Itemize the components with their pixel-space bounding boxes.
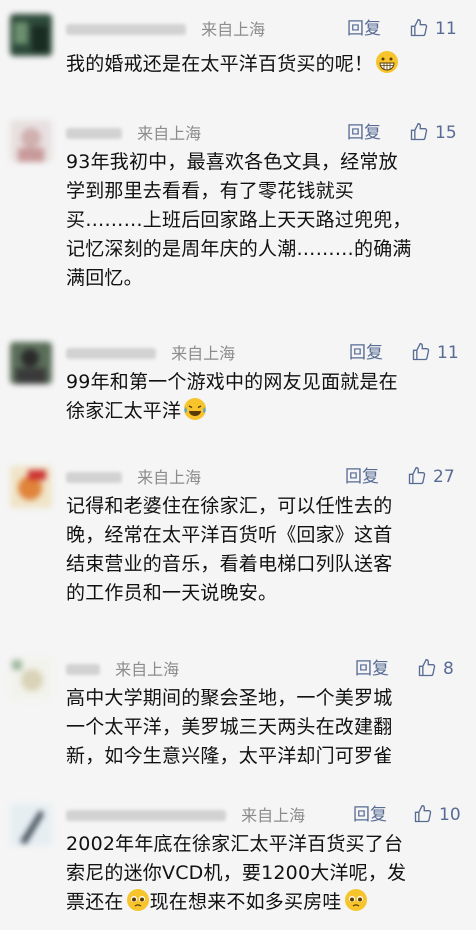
reply-button[interactable]: 回复 [349,340,383,366]
comment-header: 来自上海 [66,16,265,42]
reply-button[interactable]: 回复 [355,656,389,682]
like-count: 11 [435,19,457,39]
thumbs-up-icon [408,466,426,485]
comment-item: 来自上海 回复 8 高中大学期间的聚会圣地，一个美罗城 一个太平洋，美罗城三天两… [0,644,476,794]
comment-item: 来自上海 回复 11 99年和第一个游戏中的网友见面就是在 徐家汇太平洋 [0,332,476,432]
comment-header: 来自上海 [66,656,179,682]
nickname-blurred [66,348,156,359]
comment-text-content: 我的婚戒还是在太平洋百货买的呢！ [66,53,374,75]
comment-item: 来自上海 回复 10 2002年年底在徐家汇太平洋百货买了台 索尼的迷你VCD机… [0,794,476,930]
reply-button[interactable]: 回复 [353,802,387,828]
avatar[interactable] [10,466,52,508]
like-button[interactable]: 27 [407,464,455,490]
reply-button[interactable]: 回复 [347,16,381,42]
nickname-blurred [66,472,122,483]
comment-text: 记得和老婆住在徐家汇，可以任性去的 晚，经常在太平洋百货听《回家》这首 结束营业… [66,495,393,604]
like-button[interactable]: 11 [411,340,459,366]
like-button[interactable]: 15 [409,120,457,146]
like-button[interactable]: 8 [417,656,454,682]
nickname-blurred [66,24,186,35]
location-label: 来自上海 [115,659,180,679]
avatar[interactable] [10,804,52,846]
comment-text: 2002年年底在徐家汇太平洋百货买了台 索尼的迷你VCD机，要1200大洋呢，发… [66,830,462,921]
crying-laughing-icon [183,397,207,430]
comment-text-content: 99年和第一个游戏中的网友见面就是在 徐家汇太平洋 [66,371,398,422]
thumbs-up-icon [410,18,428,37]
avatar[interactable] [10,658,52,700]
location-label: 来自上海 [137,123,202,143]
comment-header: 来自上海 [66,340,235,366]
nickname-blurred [66,664,100,675]
like-count: 10 [439,805,461,825]
avatar[interactable] [10,120,52,162]
thumbs-up-icon [414,804,432,823]
comment-text-part-2: 现在想来不如多买房哇 [149,891,342,913]
thumbs-up-icon [410,122,428,141]
thumbs-up-icon [412,342,430,361]
comment-text: 93年我初中，最喜欢各色文具，经常放 学到那里去看看，有了零花钱就买 买………上… [66,151,412,289]
avatar[interactable] [10,14,52,56]
comment-text: 99年和第一个游戏中的网友见面就是在 徐家汇太平洋 [66,368,462,430]
like-button[interactable]: 11 [409,16,457,42]
comment-header: 来自上海 [66,120,201,146]
thumbs-up-icon [418,658,436,677]
pleading-face-icon [344,888,368,921]
like-count: 11 [437,343,459,363]
comment-text: 高中大学期间的聚会圣地，一个美罗城 一个太平洋，美罗城三天两头在改建翻 新，如今… [66,687,393,767]
avatar[interactable] [10,342,52,384]
location-label: 来自上海 [241,805,306,825]
comment-header: 来自上海 [66,464,201,490]
comment-item: 来自上海 回复 11 我的婚戒还是在太平洋百货买的呢！ [0,0,476,110]
grinning-face-icon [375,50,399,83]
comment-list: 来自上海 回复 11 我的婚戒还是在太平洋百货买的呢！ 来自上海 回复 15 9… [0,0,476,930]
reply-button[interactable]: 回复 [347,120,381,146]
like-count: 8 [443,659,454,679]
location-label: 来自上海 [137,467,202,487]
location-label: 来自上海 [201,19,266,39]
comment-item: 来自上海 回复 27 记得和老婆住在徐家汇，可以任性去的 晚，经常在太平洋百货听… [0,432,476,644]
like-count: 27 [433,467,455,487]
comment-text: 我的婚戒还是在太平洋百货买的呢！ [66,50,462,83]
nickname-blurred [66,128,122,139]
like-count: 15 [435,123,457,143]
pleading-face-icon [126,888,150,921]
reply-button[interactable]: 回复 [345,464,379,490]
nickname-blurred [66,810,226,821]
location-label: 来自上海 [171,343,236,363]
comment-item: 来自上海 回复 15 93年我初中，最喜欢各色文具，经常放 学到那里去看看，有了… [0,110,476,332]
like-button[interactable]: 10 [413,802,461,828]
comment-header: 来自上海 [66,802,305,828]
